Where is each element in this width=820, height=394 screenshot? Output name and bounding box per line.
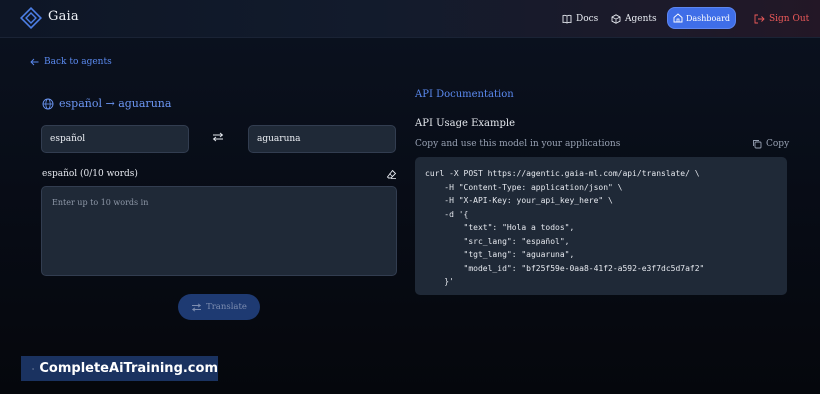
dashboard-label: Dashboard bbox=[685, 13, 731, 23]
cube-icon bbox=[611, 14, 621, 24]
source-language-value: español bbox=[50, 134, 86, 144]
translation-input-placeholder: Enter up to 10 words in bbox=[52, 198, 149, 207]
api-code-text: curl -X POST https://agentic.gaia-ml.com… bbox=[425, 169, 705, 286]
api-usage-subtitle: Copy and use this model in your applicat… bbox=[415, 139, 621, 149]
sign-out-link[interactable]: Sign Out bbox=[754, 0, 809, 38]
copy-label: Copy bbox=[766, 139, 790, 149]
language-pair-title: español → aguaruna bbox=[42, 97, 171, 110]
api-code-block[interactable]: curl -X POST https://agentic.gaia-ml.com… bbox=[415, 157, 787, 295]
language-pair-label: español → aguaruna bbox=[59, 97, 172, 110]
top-navigation-bar: Gaia Docs Agents Dashboard Sign Out bbox=[0, 0, 820, 38]
nav-docs-link[interactable]: Docs bbox=[562, 0, 598, 38]
source-language-select[interactable]: español bbox=[41, 125, 189, 153]
globe-icon bbox=[42, 98, 54, 109]
back-to-agents-link[interactable]: Back to agents bbox=[30, 57, 112, 67]
translation-input[interactable]: Enter up to 10 words in bbox=[41, 186, 397, 276]
swap-languages-icon[interactable] bbox=[212, 132, 224, 142]
home-icon bbox=[673, 13, 683, 23]
api-usage-title: API Usage Example bbox=[415, 118, 515, 129]
sign-out-label: Sign Out bbox=[769, 14, 810, 24]
translate-button-label: Translate bbox=[206, 302, 247, 312]
translate-button[interactable]: Translate bbox=[178, 294, 260, 320]
brand-name[interactable]: Gaia bbox=[48, 9, 79, 24]
arrow-left-icon bbox=[30, 58, 39, 66]
api-documentation-title: API Documentation bbox=[415, 89, 514, 100]
nav-agents-link[interactable]: Agents bbox=[611, 0, 657, 38]
book-icon bbox=[562, 14, 572, 24]
back-link-label: Back to agents bbox=[44, 57, 112, 67]
target-language-select[interactable]: aguaruna bbox=[248, 125, 396, 153]
copy-code-button[interactable]: Copy bbox=[752, 139, 789, 149]
dashboard-button[interactable]: Dashboard bbox=[667, 7, 736, 29]
nav-docs-label: Docs bbox=[576, 14, 599, 24]
word-count-label: español (0/10 words) bbox=[42, 169, 138, 179]
copy-icon bbox=[753, 140, 762, 149]
nav-agents-label: Agents bbox=[625, 14, 657, 24]
gaia-logo-icon[interactable] bbox=[20, 7, 42, 29]
swap-arrows-icon bbox=[192, 302, 202, 312]
watermark-badge: CompleteAiTraining.com bbox=[21, 356, 218, 381]
target-language-value: aguaruna bbox=[257, 134, 301, 144]
watermark-text: CompleteAiTraining.com bbox=[39, 361, 218, 376]
logout-icon bbox=[754, 14, 765, 24]
spark-logo-icon bbox=[32, 367, 35, 370]
eraser-icon[interactable] bbox=[386, 169, 397, 180]
